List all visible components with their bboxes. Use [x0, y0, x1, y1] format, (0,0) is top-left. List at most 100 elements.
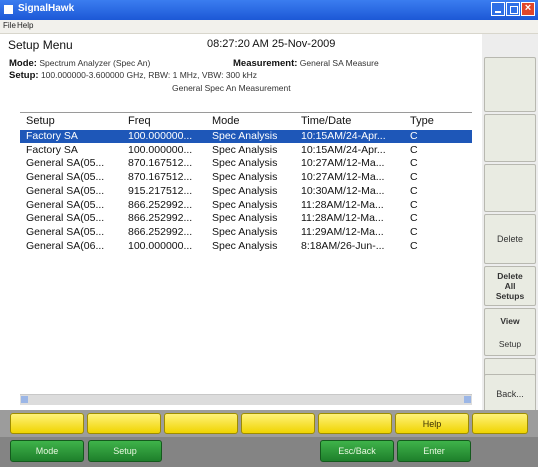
col-header-freq[interactable]: Freq: [128, 115, 151, 127]
softkey-1[interactable]: [10, 413, 84, 434]
table-row[interactable]: General SA(05... 866.252992... Spec Analys…: [20, 226, 472, 239]
close-icon[interactable]: ×: [521, 2, 535, 16]
cell-mode: Spec Analysis: [212, 157, 278, 170]
datetime-display: 08:27:20 AM 25-Nov-2009: [207, 38, 336, 50]
table-row[interactable]: Factory SA 100.000000... Spec Analysis 10:1…: [20, 144, 472, 157]
cell-setup: General SA(05...: [26, 225, 105, 238]
cell-type: C: [410, 239, 418, 252]
page-title: Setup Menu: [8, 38, 73, 52]
cell-freq: 915.217512...: [128, 184, 193, 197]
col-header-setup[interactable]: Setup: [26, 115, 55, 127]
cell-type: C: [410, 143, 418, 156]
table-row[interactable]: General SA(05... 870.167512... Spec Analys…: [20, 171, 472, 184]
table-row[interactable]: Factory SA 100.000000... Spec Analysis 10:1…: [20, 130, 472, 143]
cell-time-date: 11:28AM/12-Ma...: [301, 198, 384, 211]
cell-type: C: [410, 184, 418, 197]
view-setup-button[interactable]: View Setup: [484, 308, 536, 356]
maximize-icon[interactable]: [506, 2, 520, 16]
cell-mode: Spec Analysis: [212, 239, 278, 252]
softkey-bar: Help: [0, 410, 538, 437]
cell-time-date: 10:30AM/12-Ma...: [301, 184, 385, 197]
mode-label: Mode:: [9, 58, 37, 69]
cell-time-date: 10:15AM/24-Apr...: [301, 130, 386, 142]
col-header-mode[interactable]: Mode: [212, 115, 240, 127]
cell-time-date: 11:28AM/12-Ma...: [301, 212, 384, 225]
setup-button[interactable]: Setup: [88, 440, 162, 462]
table-row[interactable]: General SA(05... 870.167512... Spec Analys…: [20, 157, 472, 170]
setup-info: Setup: 100.000000-3.600000 GHz, RBW: 1 M…: [9, 70, 257, 81]
horizontal-scrollbar[interactable]: [20, 394, 472, 405]
mode-info: Mode: Spectrum Analyzer (Spec An): [9, 58, 150, 69]
table-row[interactable]: General SA(05... 866.252992... Spec Analys…: [20, 199, 472, 212]
cell-mode: Spec Analysis: [212, 171, 278, 184]
delete-all-setups-button[interactable]: Delete All Setups: [484, 266, 536, 306]
cell-type: C: [410, 198, 418, 211]
cell-setup: Factory SA: [26, 130, 78, 142]
setup-label: Setup:: [9, 70, 39, 81]
side-softkey-1[interactable]: [484, 57, 536, 112]
cell-setup: General SA(05...: [26, 212, 105, 225]
cell-mode: Spec Analysis: [212, 198, 278, 211]
help-softkey[interactable]: Help: [395, 413, 469, 434]
setup-name: General Spec An Measurement: [172, 83, 291, 93]
cell-mode: Spec Analysis: [212, 130, 278, 142]
cell-type: C: [410, 130, 418, 142]
cell-setup: General SA(05...: [26, 198, 105, 211]
table-row[interactable]: General SA(05... 915.217512... Spec Analys…: [20, 185, 472, 198]
cell-freq: 100.000000...: [128, 239, 193, 252]
setup-content: Setup Menu 08:27:20 AM 25-Nov-2009 Mode:…: [0, 34, 482, 410]
app-logo-icon: [4, 5, 13, 14]
cell-freq: 866.252992...: [128, 225, 193, 238]
menu-bar: File Help: [0, 20, 538, 34]
cell-type: C: [410, 212, 418, 225]
cell-time-date: 10:27AM/12-Ma...: [301, 171, 385, 184]
scroll-right-icon[interactable]: [464, 396, 471, 403]
cell-type: C: [410, 171, 418, 184]
menu-help[interactable]: Help: [17, 21, 33, 30]
table-row[interactable]: General SA(06... 100.000000... Spec Analys…: [20, 240, 472, 253]
side-softkey-2[interactable]: [484, 114, 536, 162]
minimize-icon[interactable]: [491, 2, 505, 16]
enter-button[interactable]: Enter: [397, 440, 471, 462]
cell-setup: General SA(05...: [26, 157, 105, 170]
softkey-7[interactable]: [472, 413, 528, 434]
title-bar: SignalHawk ×: [0, 0, 538, 20]
scroll-left-icon[interactable]: [21, 396, 28, 403]
cell-mode: Spec Analysis: [212, 143, 278, 156]
col-header-type[interactable]: Type: [410, 115, 434, 127]
table-row[interactable]: General SA(05... 866.252992... Spec Analys…: [20, 212, 472, 225]
back-button[interactable]: Back...: [484, 374, 536, 414]
view-setup-line-1: View: [500, 315, 520, 326]
menu-file[interactable]: File: [3, 21, 16, 30]
delete-all-line-2: All: [504, 281, 516, 291]
measurement-label: Measurement:: [233, 58, 298, 69]
cell-type: C: [410, 225, 418, 238]
cell-setup: General SA(06...: [26, 239, 105, 252]
side-softkey-3[interactable]: [484, 164, 536, 212]
esc-back-button[interactable]: Esc/Back: [320, 440, 394, 462]
cell-time-date: 11:29AM/12-Ma...: [301, 225, 384, 238]
softkey-2[interactable]: [87, 413, 161, 434]
cell-time-date: 10:15AM/24-Apr...: [301, 143, 386, 156]
measurement-info: Measurement: General SA Measure: [233, 58, 379, 69]
view-setup-line-2: Setup: [498, 338, 522, 349]
delete-button[interactable]: Delete: [484, 214, 536, 264]
cell-freq: 100.000000...: [128, 143, 193, 156]
cell-setup: General SA(05...: [26, 184, 105, 197]
measurement-value: General SA Measure: [299, 58, 379, 68]
setup-table: Setup Freq Mode Time/Date Type Factory S…: [20, 112, 472, 399]
softkey-sidebar: Delete Delete All Setups View Setup: [482, 34, 538, 410]
bottom-bar: Mode Setup Esc/Back Enter: [0, 437, 538, 467]
col-header-time-date[interactable]: Time/Date: [301, 115, 351, 127]
softkey-4[interactable]: [241, 413, 315, 434]
softkey-5[interactable]: [318, 413, 392, 434]
cell-setup: General SA(05...: [26, 171, 105, 184]
delete-all-line-3: Setups: [495, 291, 525, 301]
cell-freq: 870.167512...: [128, 157, 193, 170]
cell-time-date: 8:18AM/26-Jun-...: [301, 239, 385, 252]
cell-time-date: 10:27AM/12-Ma...: [301, 157, 385, 170]
cell-freq: 100.000000...: [128, 130, 193, 142]
softkey-3[interactable]: [164, 413, 238, 434]
window-title: SignalHawk: [18, 3, 75, 14]
mode-button[interactable]: Mode: [10, 440, 84, 462]
